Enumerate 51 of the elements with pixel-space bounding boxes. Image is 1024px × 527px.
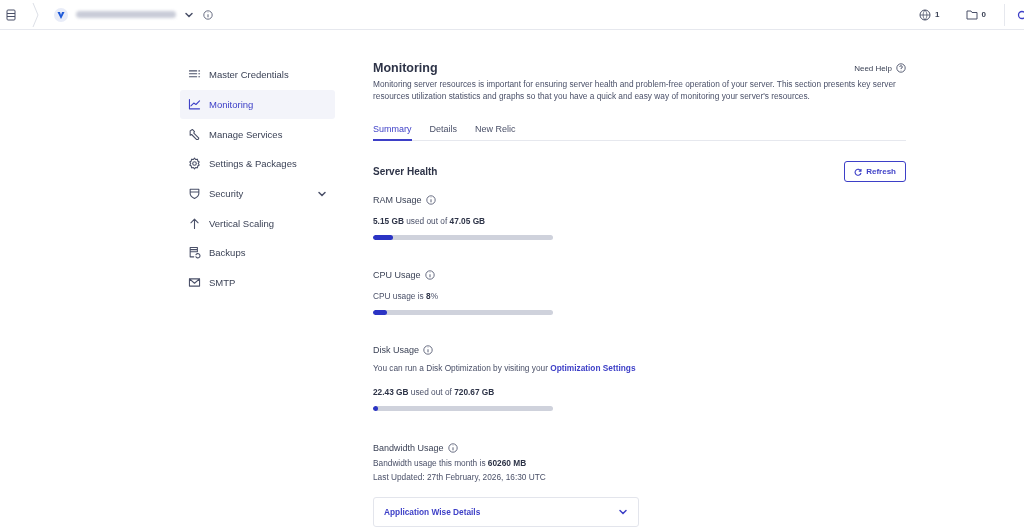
breadcrumb-separator-icon <box>32 0 40 30</box>
chart-icon <box>188 98 201 112</box>
sidebar-item[interactable]: Security <box>180 178 335 209</box>
sidebar-item[interactable]: Backups <box>180 238 335 268</box>
folders-count: 0 <box>981 10 986 19</box>
backup-icon <box>188 246 201 260</box>
section-title: Server Health <box>373 166 439 177</box>
help-icon <box>896 63 906 73</box>
info-icon <box>425 195 436 205</box>
tab[interactable]: Details <box>429 121 458 141</box>
arrow-icon <box>188 216 201 230</box>
server-list-icon[interactable] <box>6 8 16 21</box>
info-icon <box>447 443 458 453</box>
sidebar-item[interactable]: SMTP <box>180 267 335 298</box>
tab[interactable]: Summary <box>373 121 412 141</box>
page-title: Monitoring <box>373 61 439 75</box>
usage-title: Disk Usage <box>373 345 419 355</box>
info-icon <box>424 270 435 280</box>
need-help-link[interactable]: Need Help <box>854 63 906 73</box>
shield-icon <box>188 187 201 201</box>
application-details-accordion[interactable]: Application Wise Details <box>373 497 639 527</box>
search-icon[interactable] <box>1017 9 1024 20</box>
usage-title: Bandwidth Usage <box>373 443 444 453</box>
provider-logo-icon <box>54 7 68 22</box>
sidebar-item[interactable]: Master Credentials <box>180 60 335 90</box>
wrench-icon <box>188 127 201 141</box>
sidebar-item[interactable]: Vertical Scaling <box>180 208 335 239</box>
folder-icon[interactable] <box>965 9 978 20</box>
refresh-icon <box>854 167 863 176</box>
usage-title: RAM Usage <box>373 195 422 205</box>
description-text: Monitoring server resources is important for ensuring server health and problem-free operation of your server. This section presents key server resources utilization statistics and graphs so that you have a quick and easy way of monitoring your server's resources. <box>373 78 897 102</box>
refresh-button[interactable]: Refresh <box>844 161 906 182</box>
usage-text: CPU usage is 8% <box>373 291 440 301</box>
info-icon <box>423 345 433 355</box>
usage-text: 5.15 GB used out of 47.05 GB <box>373 216 487 226</box>
sidebar-item[interactable]: Settings & Packages <box>180 149 335 179</box>
globe-icon[interactable] <box>919 8 932 21</box>
servers-count: 1 <box>935 10 940 19</box>
optimization-note: You can run a Disk Optimization by visiting your Optimization Settings <box>373 363 637 373</box>
tab[interactable]: New Relic <box>475 121 516 141</box>
gear-icon <box>188 157 201 171</box>
usage-text: Last Updated: 27th February, 2026, 16:30 UTC <box>373 472 547 482</box>
chevron-down-icon <box>618 507 628 517</box>
info-icon <box>203 9 213 20</box>
sidebar-item[interactable]: Monitoring <box>180 89 335 120</box>
usage-text: 22.43 GB used out of 720.67 GB <box>373 387 496 397</box>
mail-icon <box>188 276 201 290</box>
optimization-settings-link[interactable]: Optimization Settings <box>550 363 636 373</box>
sidebar-item[interactable]: Manage Services <box>180 119 335 150</box>
usage-text: Bandwidth usage this month is 60260 MB <box>373 458 528 468</box>
usage-title: CPU Usage <box>373 270 421 280</box>
